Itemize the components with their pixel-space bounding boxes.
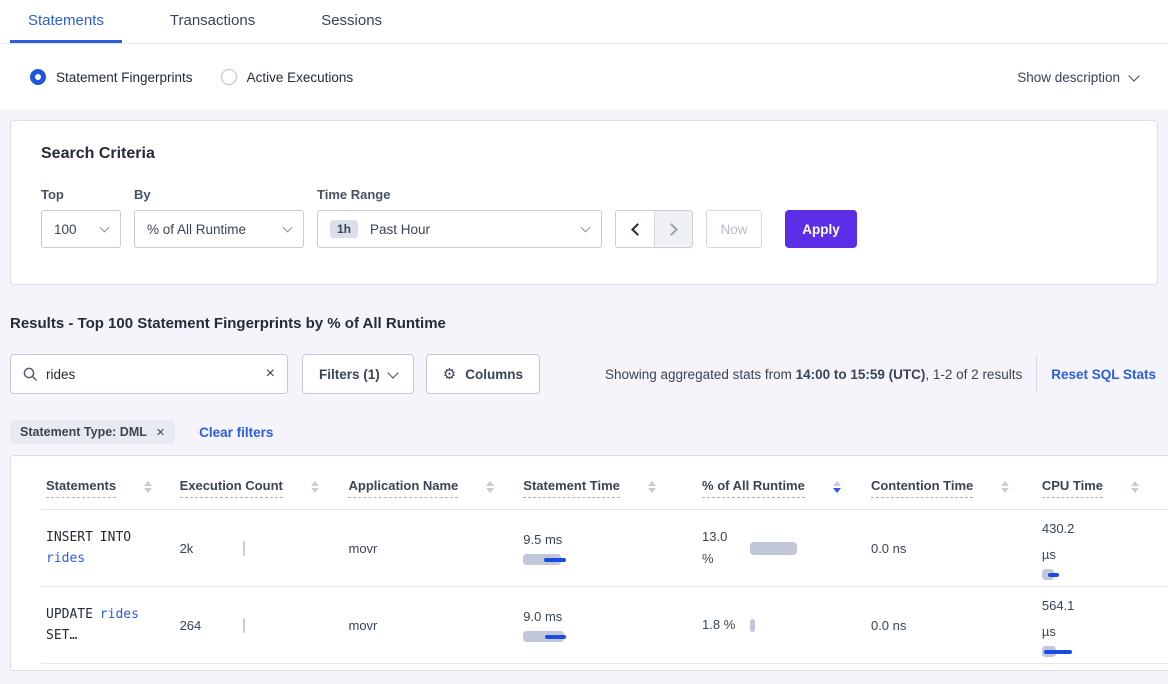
now-button[interactable]: Now (706, 210, 762, 248)
time-range-badge: 1h (330, 220, 358, 238)
search-icon (23, 367, 37, 381)
execution-count-value: 264 (180, 618, 243, 633)
statement-link[interactable]: rides (100, 607, 139, 622)
contention-time-value: 0.0 ns (871, 541, 906, 556)
cpu-time-bar (1042, 569, 1168, 580)
tab-transactions[interactable]: Transactions (152, 0, 273, 43)
statements-table: Statements Execution Count Application N… (10, 455, 1168, 671)
statement-time-bar (523, 631, 702, 642)
sort-icon[interactable] (311, 481, 319, 493)
column-header-application-name[interactable]: Application Name (348, 478, 523, 498)
runtime-pct-value: 13.0 % (702, 526, 740, 570)
sort-icon[interactable] (486, 481, 494, 493)
column-header-cpu-time[interactable]: CPU Time (1042, 478, 1168, 498)
chevron-down-icon (1128, 70, 1139, 81)
chevron-left-icon (631, 223, 644, 236)
application-name-value: movr (348, 618, 377, 633)
cpu-time-bar (1042, 646, 1168, 657)
search-criteria-card: Search Criteria Top 100 By % of All Runt… (10, 120, 1158, 285)
execution-count-bar (243, 541, 245, 556)
column-header-pct-of-all-runtime[interactable]: % of All Runtime (702, 478, 871, 498)
by-select-value: % of All Runtime (147, 222, 246, 237)
filter-chip-label: Statement Type: DML (20, 425, 147, 439)
sort-icon[interactable] (1131, 481, 1139, 493)
statement-fingerprint: INSERT INTO rides (46, 527, 166, 569)
tab-sessions[interactable]: Sessions (303, 0, 400, 43)
by-label: By (134, 187, 304, 202)
cpu-time-value: 564.1 µs (1042, 593, 1092, 645)
time-range-select[interactable]: 1h Past Hour (317, 210, 602, 248)
column-header-statements[interactable]: Statements (41, 478, 180, 498)
chevron-down-icon (387, 367, 398, 378)
show-description-toggle[interactable]: Show description (1017, 70, 1138, 85)
previous-time-window-button[interactable] (616, 211, 654, 247)
table-row[interactable]: INSERT INTO rides 2k movr 9.5 ms 13.0 % (41, 510, 1168, 587)
filters-button[interactable]: Filters (1) (302, 354, 414, 394)
cpu-time-value: 430.2 µs (1042, 516, 1092, 568)
aggregated-stats-text: Showing aggregated stats from 14:00 to 1… (605, 367, 1022, 382)
contention-time-value: 0.0 ns (871, 618, 906, 633)
chevron-down-icon (581, 223, 591, 233)
radio-statement-fingerprints-label: Statement Fingerprints (56, 70, 193, 85)
show-description-label: Show description (1017, 70, 1120, 85)
statement-fingerprint: UPDATE rides SET… (46, 604, 166, 646)
next-time-window-button[interactable] (654, 211, 692, 247)
table-header-row: Statements Execution Count Application N… (41, 456, 1168, 510)
apply-button[interactable]: Apply (785, 210, 857, 248)
view-toggle-strip: Statement Fingerprints Active Executions… (0, 44, 1168, 111)
results-heading: Results - Top 100 Statement Fingerprints… (10, 315, 1168, 332)
radio-unselected-icon (221, 69, 237, 85)
statement-link[interactable]: rides (46, 551, 85, 566)
sql-activity-tabbar: Statements Transactions Sessions (0, 0, 1168, 44)
remove-filter-icon[interactable]: ✕ (156, 426, 165, 439)
sort-icon[interactable] (1001, 481, 1009, 493)
clear-filters-link[interactable]: Clear filters (199, 425, 273, 440)
results-toolbar: × Filters (1) ⚙ Columns Showing aggregat… (10, 354, 1158, 394)
radio-active-executions[interactable]: Active Executions (221, 69, 354, 85)
column-header-statement-time[interactable]: Statement Time (523, 478, 702, 498)
filter-chip-statement-type[interactable]: Statement Type: DML ✕ (10, 420, 175, 444)
statement-time-bar (523, 554, 702, 565)
search-box[interactable]: × (10, 354, 288, 394)
top-label: Top (41, 187, 121, 202)
clear-search-icon[interactable]: × (266, 366, 275, 382)
execution-count-bar (243, 618, 245, 633)
sort-desc-icon[interactable] (833, 481, 841, 493)
runtime-pct-bar (750, 619, 755, 632)
table-row[interactable]: UPDATE rides SET… 264 movr 9.0 ms 1.8 % (41, 587, 1168, 664)
search-input[interactable] (46, 367, 257, 382)
time-range-label: Time Range (317, 187, 602, 202)
by-select[interactable]: % of All Runtime (134, 210, 304, 248)
columns-button[interactable]: ⚙ Columns (426, 354, 540, 394)
chevron-right-icon (665, 223, 678, 236)
sort-icon[interactable] (648, 481, 656, 493)
execution-count-value: 2k (180, 541, 243, 556)
top-select[interactable]: 100 (41, 210, 121, 248)
sort-icon[interactable] (144, 481, 152, 493)
runtime-pct-value: 1.8 % (702, 614, 740, 636)
statement-time-value: 9.5 ms (523, 532, 702, 547)
radio-selected-icon (30, 69, 46, 85)
chevron-down-icon (283, 223, 293, 233)
radio-statement-fingerprints[interactable]: Statement Fingerprints (30, 69, 193, 85)
application-name-value: movr (348, 541, 377, 556)
active-filters-row: Statement Type: DML ✕ Clear filters (10, 419, 1168, 445)
radio-active-executions-label: Active Executions (247, 70, 354, 85)
reset-sql-stats-link[interactable]: Reset SQL Stats (1051, 367, 1156, 382)
time-window-pager (615, 210, 693, 248)
statement-time-value: 9.0 ms (523, 609, 702, 624)
vertical-divider (1036, 355, 1037, 393)
search-criteria-title: Search Criteria (41, 145, 1137, 163)
runtime-pct-bar (750, 542, 797, 555)
column-header-contention-time[interactable]: Contention Time (871, 478, 1042, 498)
top-select-value: 100 (54, 222, 77, 237)
column-header-execution-count[interactable]: Execution Count (180, 478, 349, 498)
chevron-down-icon (100, 223, 110, 233)
tab-statements[interactable]: Statements (10, 0, 122, 43)
filters-button-label: Filters (1) (319, 367, 380, 382)
time-range-value: Past Hour (370, 222, 430, 237)
columns-button-label: Columns (465, 367, 523, 382)
gear-icon: ⚙ (443, 365, 456, 383)
